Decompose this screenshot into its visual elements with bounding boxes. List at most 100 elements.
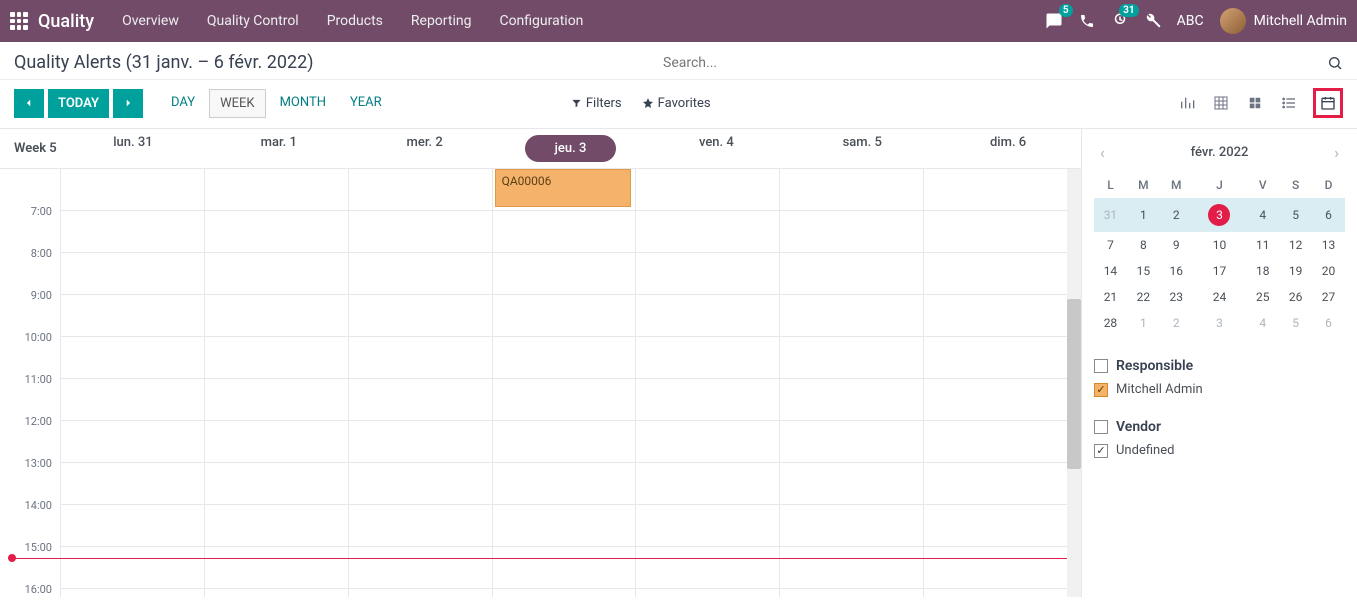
mini-day[interactable]: 16 <box>1160 258 1193 284</box>
calendar-grid[interactable]: 6:007:008:009:0010:0011:0012:0013:0014:0… <box>0 169 1081 597</box>
nav-menu: Overview Quality Control Products Report… <box>122 13 583 29</box>
mini-day[interactable]: 28 <box>1094 310 1127 336</box>
scrollbar-thumb[interactable] <box>1067 299 1081 469</box>
mini-day[interactable]: 17 <box>1193 258 1247 284</box>
view-graph-icon[interactable] <box>1177 93 1197 113</box>
day-header[interactable]: sam. 5 <box>789 135 935 162</box>
day-header[interactable]: dim. 6 <box>935 135 1081 162</box>
next-button[interactable] <box>113 89 143 118</box>
mini-prev-icon[interactable]: ‹ <box>1100 143 1105 162</box>
mini-day[interactable]: 11 <box>1246 232 1279 258</box>
nav-reporting[interactable]: Reporting <box>411 13 472 29</box>
mini-day[interactable]: 8 <box>1127 232 1160 258</box>
nav-configuration[interactable]: Configuration <box>499 13 583 29</box>
day-header[interactable]: mer. 2 <box>352 135 498 162</box>
day-header[interactable]: ven. 4 <box>643 135 789 162</box>
vendor-title: Vendor <box>1116 419 1161 435</box>
mini-day[interactable]: 3 <box>1193 310 1247 336</box>
mini-day[interactable]: 26 <box>1279 284 1312 310</box>
mini-cal-nav: ‹ févr. 2022 › <box>1094 139 1345 166</box>
range-day[interactable]: DAY <box>161 89 205 118</box>
mini-day[interactable]: 4 <box>1246 310 1279 336</box>
day-header[interactable]: lun. 31 <box>60 135 206 162</box>
mini-day[interactable]: 27 <box>1312 284 1345 310</box>
view-list-icon[interactable] <box>1279 93 1299 113</box>
user-name: Mitchell Admin <box>1254 13 1347 29</box>
favorites-button[interactable]: Favorites <box>642 96 711 111</box>
range-month[interactable]: MONTH <box>270 89 336 118</box>
now-indicator <box>12 558 1067 559</box>
vendor-item-checkbox[interactable]: ✓ <box>1094 444 1108 458</box>
today-button[interactable]: TODAY <box>48 89 109 118</box>
view-switcher <box>1177 88 1343 118</box>
mini-day[interactable]: 10 <box>1193 232 1247 258</box>
day-header-row: Week 5 lun. 31mar. 1mer. 2jeu. 3ven. 4sa… <box>0 129 1081 169</box>
range-year[interactable]: YEAR <box>340 89 392 118</box>
mini-day[interactable]: 3 <box>1193 198 1247 232</box>
mini-day[interactable]: 18 <box>1246 258 1279 284</box>
apps-icon[interactable] <box>10 12 28 30</box>
responsible-checkbox[interactable] <box>1094 359 1108 373</box>
mini-day[interactable]: 12 <box>1279 232 1312 258</box>
mini-day[interactable]: 1 <box>1127 198 1160 232</box>
view-calendar-icon[interactable] <box>1313 88 1343 118</box>
mini-day[interactable]: 2 <box>1160 310 1193 336</box>
control-bar: TODAY DAY WEEK MONTH YEAR Filters Favori… <box>0 80 1357 128</box>
mini-day[interactable]: 21 <box>1094 284 1127 310</box>
mini-day[interactable]: 24 <box>1193 284 1247 310</box>
calendar-event[interactable]: QA00006 <box>495 169 632 207</box>
tools-label[interactable]: ABC <box>1177 13 1204 29</box>
search-icon[interactable] <box>1327 55 1343 71</box>
avatar <box>1220 8 1246 34</box>
nav-quality-control[interactable]: Quality Control <box>207 13 299 29</box>
view-kanban-icon[interactable] <box>1245 93 1265 113</box>
nav-overview[interactable]: Overview <box>122 13 179 29</box>
phone-icon[interactable] <box>1079 13 1095 29</box>
search-input[interactable] <box>663 55 1319 71</box>
mini-dow: V <box>1246 172 1279 198</box>
nav-products[interactable]: Products <box>327 13 383 29</box>
mini-day[interactable]: 15 <box>1127 258 1160 284</box>
mini-day[interactable]: 25 <box>1246 284 1279 310</box>
prev-button[interactable] <box>14 89 44 118</box>
mini-day[interactable]: 1 <box>1127 310 1160 336</box>
week-number: Week 5 <box>0 141 60 156</box>
user-menu[interactable]: Mitchell Admin <box>1220 8 1347 34</box>
time-label: 12:00 <box>0 415 60 457</box>
legend-responsible: Responsible ✓ Mitchell Admin <box>1094 358 1345 397</box>
mini-day[interactable]: 5 <box>1279 310 1312 336</box>
day-header[interactable]: mar. 1 <box>206 135 352 162</box>
search-area <box>663 55 1343 71</box>
title-bar: Quality Alerts (31 janv. – 6 févr. 2022) <box>0 42 1357 80</box>
activities-icon[interactable]: 31 <box>1111 12 1129 30</box>
app-title[interactable]: Quality <box>38 11 94 32</box>
mini-day[interactable]: 7 <box>1094 232 1127 258</box>
mini-day[interactable]: 22 <box>1127 284 1160 310</box>
mini-day[interactable]: 14 <box>1094 258 1127 284</box>
responsible-item-checkbox[interactable]: ✓ <box>1094 383 1108 397</box>
vendor-checkbox[interactable] <box>1094 420 1108 434</box>
time-label: 11:00 <box>0 373 60 415</box>
mini-day[interactable]: 9 <box>1160 232 1193 258</box>
mini-day[interactable]: 4 <box>1246 198 1279 232</box>
time-label: 14:00 <box>0 499 60 541</box>
mini-day[interactable]: 23 <box>1160 284 1193 310</box>
day-header[interactable]: jeu. 3 <box>498 135 644 162</box>
tools-icon[interactable] <box>1145 13 1161 29</box>
nav-right: 5 31 ABC Mitchell Admin <box>1045 8 1347 34</box>
mini-day[interactable]: 6 <box>1312 310 1345 336</box>
range-week[interactable]: WEEK <box>209 89 265 118</box>
mini-day[interactable]: 6 <box>1312 198 1345 232</box>
filters-button[interactable]: Filters <box>571 96 622 111</box>
mini-day[interactable]: 31 <box>1094 198 1127 232</box>
mini-day[interactable]: 2 <box>1160 198 1193 232</box>
mini-day[interactable]: 19 <box>1279 258 1312 284</box>
mini-day[interactable]: 13 <box>1312 232 1345 258</box>
mini-next-icon[interactable]: › <box>1334 143 1339 162</box>
mini-day[interactable]: 20 <box>1312 258 1345 284</box>
calendar-main: Week 5 lun. 31mar. 1mer. 2jeu. 3ven. 4sa… <box>0 129 1081 597</box>
mini-dow: S <box>1279 172 1312 198</box>
mini-day[interactable]: 5 <box>1279 198 1312 232</box>
messages-icon[interactable]: 5 <box>1045 12 1063 30</box>
view-pivot-icon[interactable] <box>1211 93 1231 113</box>
